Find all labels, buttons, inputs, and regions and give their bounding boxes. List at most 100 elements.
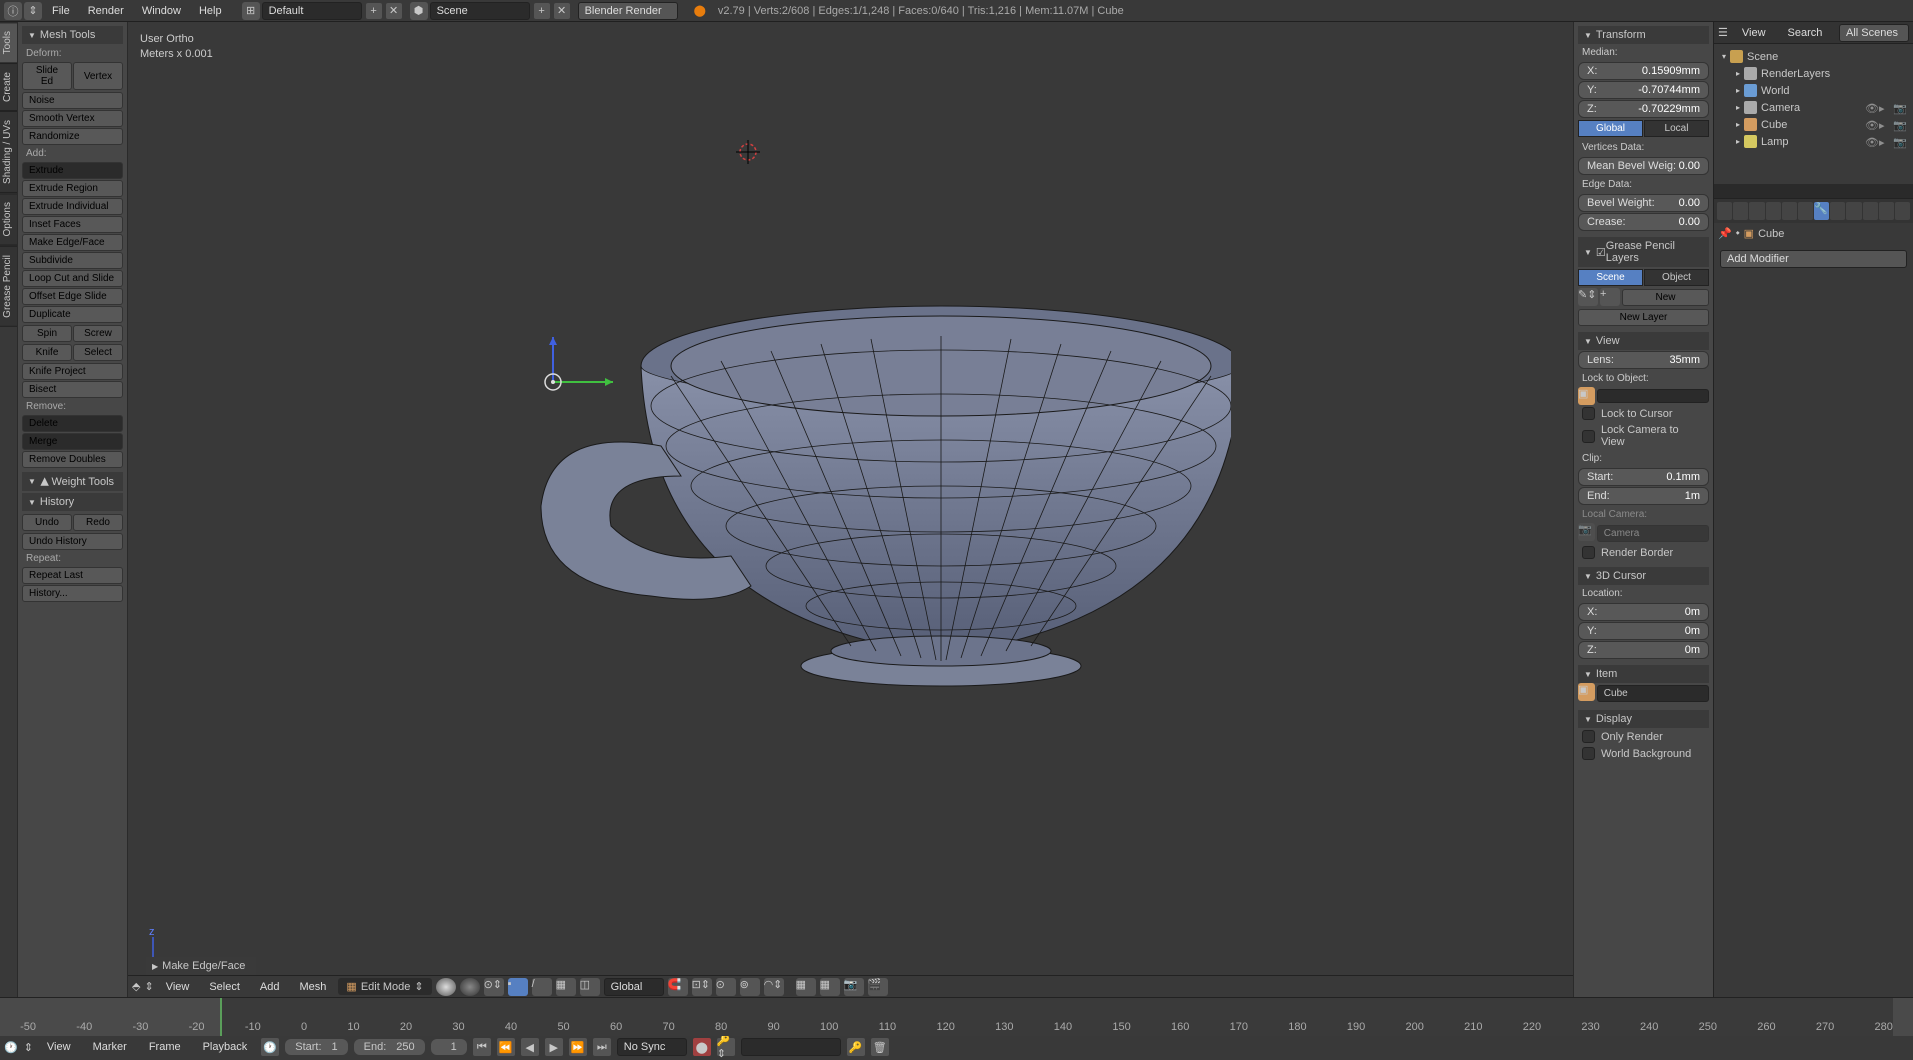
- tab-scene-icon[interactable]: [1749, 202, 1764, 220]
- tab-shading-uvs[interactable]: Shading / UVs: [0, 111, 17, 193]
- mesh-tools-header[interactable]: Mesh Tools: [22, 26, 123, 44]
- delete-layout-button[interactable]: ✕: [386, 3, 402, 19]
- item-header[interactable]: Item: [1578, 665, 1709, 683]
- redo-button[interactable]: Redo: [73, 514, 123, 531]
- mesh-object[interactable]: [471, 246, 1231, 726]
- world-bg-checkbox[interactable]: World Background: [1578, 745, 1709, 762]
- cursor-z[interactable]: Z:0m: [1578, 641, 1709, 659]
- editor-type-3d-icon[interactable]: ⬘: [132, 980, 140, 993]
- median-z[interactable]: Z:-0.70229mm: [1578, 100, 1709, 118]
- gp-object-button[interactable]: Object: [1644, 269, 1709, 286]
- keyframe-prev-button[interactable]: ⏪: [497, 1038, 515, 1056]
- vertex-button[interactable]: Vertex: [73, 62, 123, 90]
- timeline-track[interactable]: -50-40-30-20-100102030405060708090100110…: [0, 998, 1913, 1036]
- tab-object-icon[interactable]: [1782, 202, 1797, 220]
- lock-camera-checkbox[interactable]: Lock Camera to View: [1578, 422, 1709, 450]
- edge-select-button[interactable]: /: [532, 978, 552, 996]
- play-reverse-button[interactable]: ◀: [521, 1038, 539, 1056]
- timeline-marker-menu[interactable]: Marker: [85, 1039, 135, 1055]
- play-button[interactable]: ▶: [545, 1038, 563, 1056]
- keyframe-next-button[interactable]: ⏩: [569, 1038, 587, 1056]
- only-render-checkbox[interactable]: Only Render: [1578, 728, 1709, 745]
- shade-sphere-1[interactable]: [436, 978, 456, 996]
- mean-bevel-field[interactable]: Mean Bevel Weig:0.00: [1578, 157, 1709, 175]
- start-frame-field[interactable]: Start:1: [285, 1039, 347, 1055]
- lock-cursor-checkbox[interactable]: Lock to Cursor: [1578, 405, 1709, 422]
- randomize-button[interactable]: Randomize: [22, 128, 123, 145]
- prop-edit-toggle[interactable]: ⊚: [740, 978, 760, 996]
- render-anim-button[interactable]: 🎬: [868, 978, 888, 996]
- repeat-last-button[interactable]: Repeat Last: [22, 567, 123, 584]
- extrude-region-button[interactable]: Extrude Region: [22, 180, 123, 197]
- editor-type-icon[interactable]: ⓘ: [4, 2, 22, 20]
- current-frame-field[interactable]: 1: [431, 1039, 467, 1055]
- timeline-editor-icon[interactable]: 🕐: [4, 1041, 18, 1054]
- mesh-menu[interactable]: Mesh: [292, 979, 335, 995]
- render-engine-dropdown[interactable]: Blender Render: [578, 2, 678, 20]
- transform-gizmo[interactable]: [523, 332, 623, 432]
- keying-set-dropdown[interactable]: 🔑⇕: [717, 1038, 735, 1056]
- item-name-field[interactable]: Cube: [1597, 685, 1709, 702]
- undo-button[interactable]: Undo: [22, 514, 72, 531]
- jump-start-button[interactable]: ⏮: [473, 1038, 491, 1056]
- merge-button[interactable]: Merge: [22, 433, 123, 450]
- outliner-search-menu[interactable]: Search: [1780, 25, 1831, 41]
- end-frame-field[interactable]: End:250: [354, 1039, 425, 1055]
- cursor-x[interactable]: X:0m: [1578, 603, 1709, 621]
- select-menu[interactable]: Select: [201, 979, 248, 995]
- display-header[interactable]: Display: [1578, 710, 1709, 728]
- add-modifier-dropdown[interactable]: Add Modifier: [1720, 250, 1907, 268]
- clip-start-field[interactable]: Start:0.1mm: [1578, 468, 1709, 486]
- scene-dropdown[interactable]: Scene: [430, 2, 530, 20]
- insert-key-button[interactable]: 🔑: [847, 1038, 865, 1056]
- gp-layers-header[interactable]: ☑ Grease Pencil Layers: [1578, 237, 1709, 267]
- outliner-item-world[interactable]: ▸World: [1718, 82, 1909, 99]
- outliner-item-camera[interactable]: ▸Camera👁▸📷: [1718, 99, 1909, 116]
- weight-tools-header[interactable]: ▶ Weight Tools: [22, 472, 123, 491]
- link-icon[interactable]: ⬩: [1736, 227, 1740, 240]
- tab-layers-icon[interactable]: [1733, 202, 1748, 220]
- layer-2[interactable]: ▦: [820, 978, 840, 996]
- outliner-view-menu[interactable]: View: [1734, 25, 1774, 41]
- add-scene-button[interactable]: +: [534, 3, 550, 19]
- render-button[interactable]: 📷: [844, 978, 864, 996]
- slide-edge-button[interactable]: Slide Ed: [22, 62, 72, 90]
- gp-scene-button[interactable]: Scene: [1578, 269, 1643, 286]
- object-icon[interactable]: ▣: [1578, 387, 1595, 405]
- tab-render-icon[interactable]: [1717, 202, 1732, 220]
- render-border-checkbox[interactable]: Render Border: [1578, 544, 1709, 561]
- view-menu[interactable]: View: [158, 979, 198, 995]
- lens-field[interactable]: Lens:35mm: [1578, 351, 1709, 369]
- timeline-view-menu[interactable]: View: [39, 1039, 79, 1055]
- scene-icon[interactable]: ⬢: [410, 2, 428, 20]
- mode-dropdown[interactable]: ▦ Edit Mode ⇕: [338, 978, 431, 995]
- tab-options[interactable]: Options: [0, 193, 17, 245]
- median-x[interactable]: X:0.15909mm: [1578, 62, 1709, 80]
- smooth-vertex-button[interactable]: Smooth Vertex: [22, 110, 123, 127]
- pivot-dropdown[interactable]: ⊙⇕: [484, 978, 504, 996]
- outliner-item-cube[interactable]: ▸Cube👁▸📷: [1718, 116, 1909, 133]
- outliner-editor-icon[interactable]: ☰: [1718, 26, 1728, 39]
- timeline-playback-menu[interactable]: Playback: [195, 1039, 256, 1055]
- delete-scene-button[interactable]: ✕: [554, 3, 570, 19]
- history-header[interactable]: History: [22, 493, 123, 511]
- menu-file[interactable]: File: [44, 3, 78, 19]
- outliner-item-scene[interactable]: ▾Scene: [1718, 48, 1909, 65]
- gp-new-button[interactable]: New: [1622, 289, 1709, 306]
- gp-pencil-icon[interactable]: ✎⇕: [1578, 288, 1598, 306]
- crease-field[interactable]: Crease:0.00: [1578, 213, 1709, 231]
- noise-button[interactable]: Noise: [22, 92, 123, 109]
- add-layout-button[interactable]: +: [366, 3, 382, 19]
- screw-button[interactable]: Screw: [73, 325, 123, 342]
- tab-constraint-icon[interactable]: [1798, 202, 1813, 220]
- transform-header[interactable]: Transform: [1578, 26, 1709, 44]
- median-y[interactable]: Y:-0.70744mm: [1578, 81, 1709, 99]
- outliner-scenes-dropdown[interactable]: All Scenes: [1839, 24, 1909, 42]
- view-panel-header[interactable]: View: [1578, 332, 1709, 350]
- remove-doubles-button[interactable]: Remove Doubles: [22, 451, 123, 468]
- outliner-item-lamp[interactable]: ▸Lamp👁▸📷: [1718, 133, 1909, 150]
- auto-keyframe-button[interactable]: ⬤: [693, 1038, 711, 1056]
- duplicate-button[interactable]: Duplicate: [22, 306, 123, 323]
- add-menu[interactable]: Add: [252, 979, 288, 995]
- knife-button[interactable]: Knife: [22, 344, 72, 361]
